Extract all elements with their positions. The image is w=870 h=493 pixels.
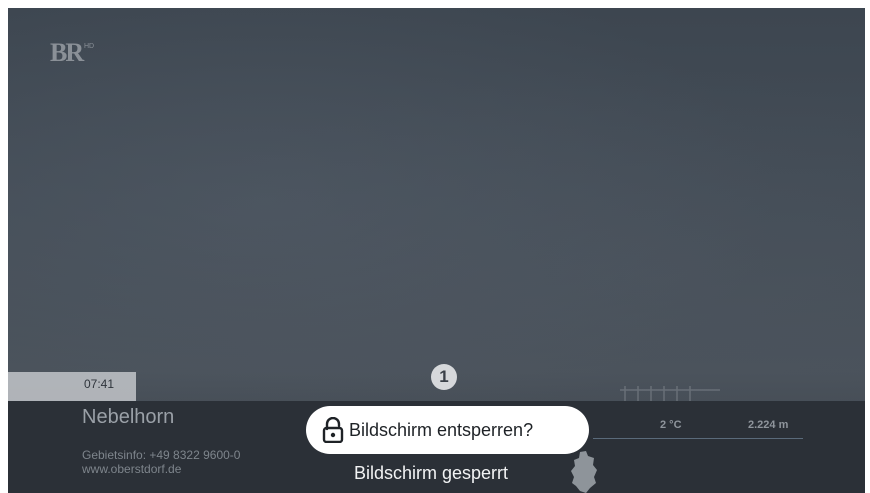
location-title: Nebelhorn [82,406,175,428]
channel-logo: BR [50,38,84,67]
unlock-label: Bildschirm entsperren? [349,420,534,440]
unlock-screen-button[interactable]: Bildschirm entsperren? [306,406,589,454]
contact-info: Gebietsinfo: +49 8322 9600-0 [82,448,241,462]
hd-badge: HD [84,43,95,50]
germany-map-icon [571,451,597,493]
website-info: www.oberstdorf.de [82,462,182,476]
unlock-icon [322,417,344,443]
time-label: 07:41 [84,377,115,391]
step-badge: 1 [431,364,457,390]
screen-locked-label: Bildschirm gesperrt [354,463,509,483]
video-frame: BR HD 07:41 Nebelhorn Gebietsinfo: +49 8… [8,8,865,493]
info-divider [593,438,803,439]
temperature-value: 2 °C [660,419,682,431]
time-box [8,372,136,401]
altitude-value: 2.224 m [748,419,789,431]
